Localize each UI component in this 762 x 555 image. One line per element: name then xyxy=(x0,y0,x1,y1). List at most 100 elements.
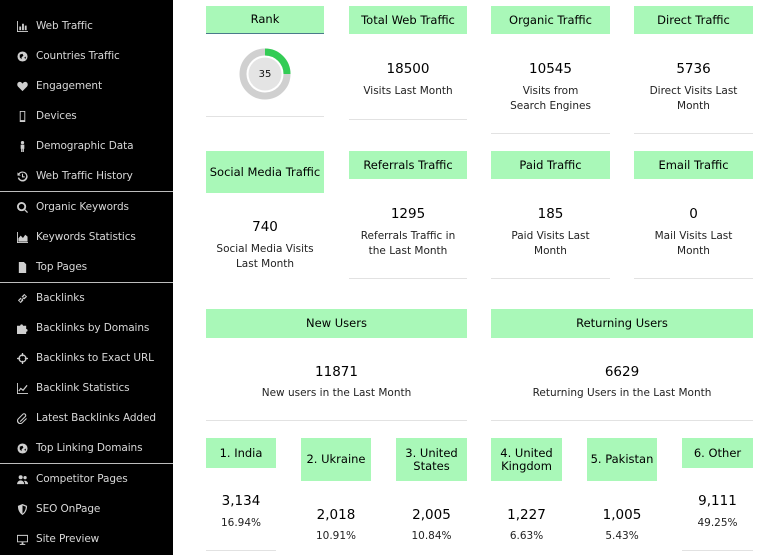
line-chart-icon xyxy=(16,382,28,394)
sidebar-item-label: Backlink Statistics xyxy=(36,382,130,394)
person-icon xyxy=(16,140,28,152)
sidebar-item-keywords-statistics[interactable]: Keywords Statistics xyxy=(0,222,173,252)
sidebar-item-label: Demographic Data xyxy=(36,140,134,152)
card-divider xyxy=(206,420,467,421)
direct-traffic-value: 5736 xyxy=(676,61,711,77)
new-users-value: 11871 xyxy=(315,364,358,380)
total-web-traffic-caption: Visits Last Month xyxy=(363,85,453,97)
returning-users-value: 6629 xyxy=(604,364,640,380)
country-4-value: 1,227 xyxy=(507,507,546,523)
rank-value: 35 xyxy=(258,68,272,80)
sidebar-item-backlinks[interactable]: Backlinks xyxy=(0,283,173,313)
sidebar-item-label: Site Preview xyxy=(36,533,100,545)
sidebar-item-demographic-data[interactable]: Demographic Data xyxy=(0,131,173,161)
country-2-header: 2. Ukraine xyxy=(301,438,371,481)
country-6-header: 6. Other xyxy=(682,438,753,468)
sidebar-item-backlinks-by-domains[interactable]: Backlinks by Domains xyxy=(0,313,173,343)
card-divider xyxy=(682,550,753,551)
sidebar-item-label: Keywords Statistics xyxy=(36,231,136,243)
sidebar-item-label: Top Pages xyxy=(36,261,88,273)
card-divider xyxy=(349,278,467,279)
rank-gauge: 35 xyxy=(238,47,292,101)
total-web-traffic-value: 18500 xyxy=(386,61,430,77)
app-root: Web Traffic Countries Traffic Engagement… xyxy=(0,0,762,555)
sidebar-item-label: SEO OnPage xyxy=(36,503,101,515)
sidebar-item-top-linking-domains[interactable]: Top Linking Domains xyxy=(0,433,173,463)
sidebar-item-label: Backlinks by Domains xyxy=(36,322,150,334)
country-3-value: 2,005 xyxy=(412,507,451,523)
sidebar-item-web-traffic-history[interactable]: Web Traffic History xyxy=(0,161,173,191)
search-icon xyxy=(16,201,28,213)
bar-chart-icon xyxy=(16,20,28,32)
organic-traffic-caption: Visits from Search Engines xyxy=(510,85,591,112)
sidebar-item-label: Top Linking Domains xyxy=(36,442,143,454)
country-1-percent: 16.94% xyxy=(220,517,262,529)
social-media-traffic-value: 740 xyxy=(252,219,278,235)
card-divider xyxy=(491,278,610,279)
social-media-traffic-header: Social Media Traffic xyxy=(206,151,324,193)
card-divider xyxy=(206,116,324,117)
country-1-value: 3,134 xyxy=(221,493,261,509)
country-3-header: 3. United States xyxy=(396,438,467,481)
sidebar-item-seo-onpage[interactable]: SEO OnPage xyxy=(0,494,173,524)
sidebar-item-label: Latest Backlinks Added xyxy=(36,412,156,424)
sidebar-item-backlinks-to-exact-url[interactable]: Backlinks to Exact URL xyxy=(0,343,173,373)
sidebar: Web Traffic Countries Traffic Engagement… xyxy=(0,0,173,555)
mobile-icon xyxy=(16,110,28,122)
sidebar-item-label: Web Traffic xyxy=(36,20,93,32)
email-traffic-value: 0 xyxy=(689,206,698,222)
main-content: Rank 35 Total Web Traffic 18500 Visits L… xyxy=(173,0,762,555)
shield-icon xyxy=(16,503,28,515)
puzzle-icon xyxy=(16,322,28,334)
sidebar-item-engagement[interactable]: Engagement xyxy=(0,71,173,101)
history-icon xyxy=(16,170,28,182)
country-4-header: 4. United Kingdom xyxy=(491,438,562,481)
country-5-header: 5. Pakistan xyxy=(587,438,657,481)
new-users-caption: New users in the Last Month xyxy=(261,387,412,399)
country-1-header: 1. India xyxy=(206,438,276,468)
direct-traffic-header: Direct Traffic xyxy=(634,6,753,34)
paperclip-icon xyxy=(16,412,28,424)
globe-icon xyxy=(16,442,28,454)
country-4-percent: 6.63% xyxy=(509,530,544,542)
returning-users-caption: Returning Users in the Last Month xyxy=(532,387,712,399)
sidebar-item-latest-backlinks-added[interactable]: Latest Backlinks Added xyxy=(0,403,173,433)
card-divider xyxy=(634,133,753,134)
organic-traffic-value: 10545 xyxy=(529,61,572,77)
referrals-traffic-header: Referrals Traffic xyxy=(349,151,467,179)
returning-users-header: Returning Users xyxy=(491,309,753,338)
sidebar-item-label: Backlinks to Exact URL xyxy=(36,352,154,364)
country-5-value: 1,005 xyxy=(602,507,642,523)
card-divider xyxy=(349,119,467,120)
sidebar-item-countries-traffic[interactable]: Countries Traffic xyxy=(0,41,173,71)
sidebar-item-backlink-statistics[interactable]: Backlink Statistics xyxy=(0,373,173,403)
sidebar-item-web-traffic[interactable]: Web Traffic xyxy=(0,11,173,41)
paid-traffic-header: Paid Traffic xyxy=(491,151,610,179)
referrals-traffic-value: 1295 xyxy=(390,206,426,222)
card-divider xyxy=(634,278,753,279)
country-6-value: 9,111 xyxy=(698,493,737,509)
sidebar-item-competitor-pages[interactable]: Competitor Pages xyxy=(0,464,173,494)
sidebar-item-label: Competitor Pages xyxy=(36,473,128,485)
card-divider xyxy=(491,133,610,134)
sidebar-item-label: Web Traffic History xyxy=(36,170,133,182)
sidebar-item-organic-keywords[interactable]: Organic Keywords xyxy=(0,192,173,222)
card-divider xyxy=(206,550,276,551)
globe-icon xyxy=(16,50,28,62)
sidebar-item-label: Countries Traffic xyxy=(36,50,120,62)
country-3-percent: 10.84% xyxy=(411,530,452,542)
country-5-percent: 5.43% xyxy=(605,530,639,542)
sidebar-item-label: Engagement xyxy=(36,80,102,92)
sidebar-item-label: Organic Keywords xyxy=(36,201,129,213)
sidebar-item-site-preview[interactable]: Site Preview xyxy=(0,524,173,554)
link-icon xyxy=(16,292,28,304)
organic-traffic-header: Organic Traffic xyxy=(491,6,610,34)
social-media-traffic-caption: Social Media Visits Last Month xyxy=(216,243,314,270)
sidebar-item-top-pages[interactable]: Top Pages xyxy=(0,252,173,282)
sidebar-item-label: Devices xyxy=(36,110,77,122)
country-2-percent: 10.91% xyxy=(315,530,357,542)
total-web-traffic-header: Total Web Traffic xyxy=(349,6,467,34)
sidebar-item-devices[interactable]: Devices xyxy=(0,101,173,131)
paid-traffic-value: 185 xyxy=(537,206,564,222)
country-2-value: 2,018 xyxy=(316,507,356,523)
